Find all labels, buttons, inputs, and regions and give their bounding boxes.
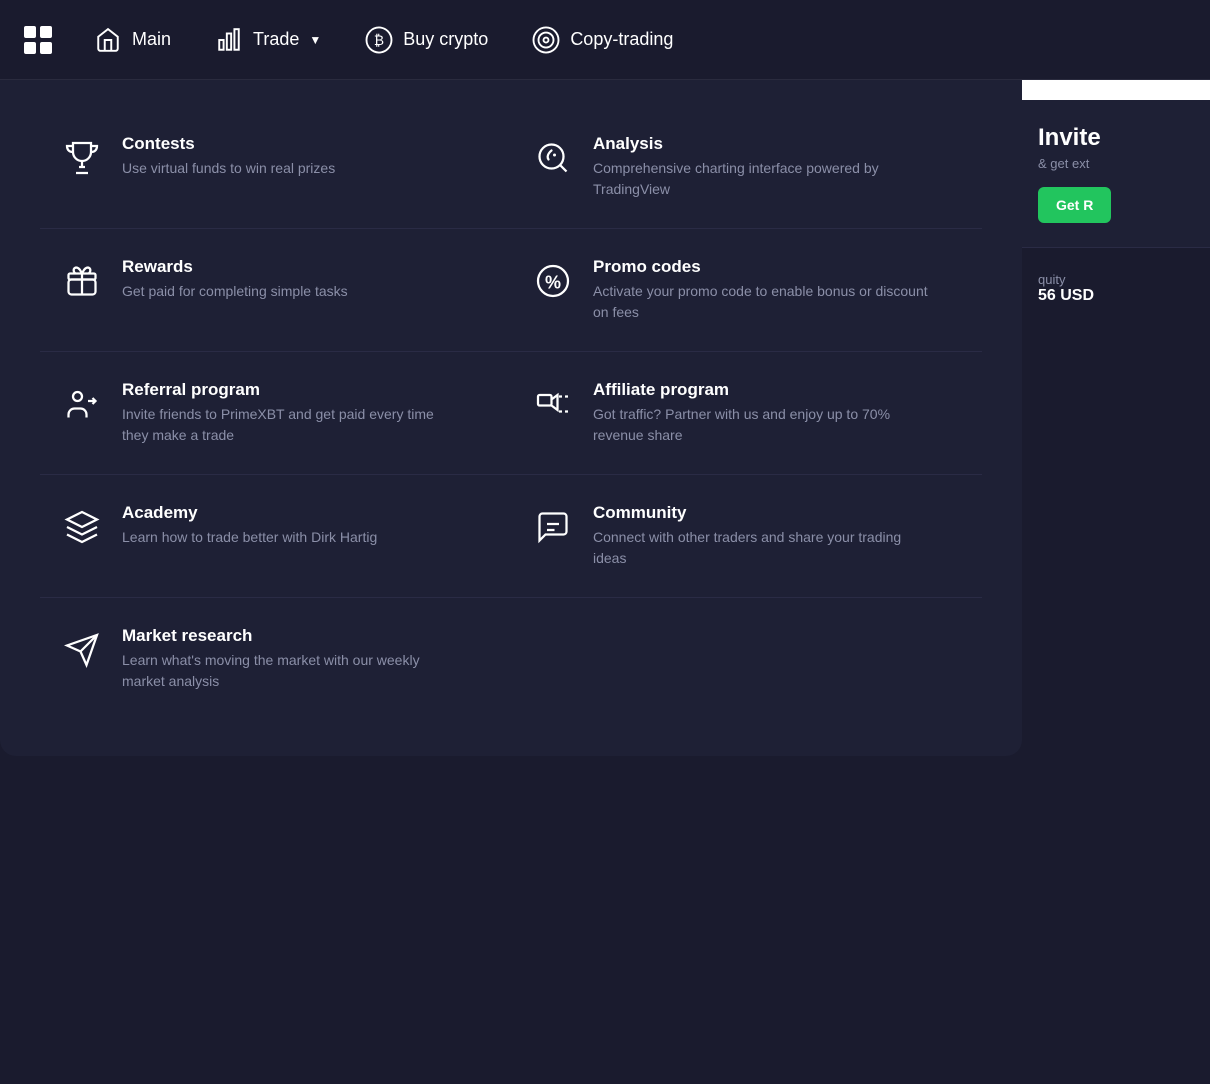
promo-desc: Activate your promo code to enable bonus…: [593, 281, 933, 323]
trade-dropdown: Contests Use virtual funds to win real p…: [0, 80, 1022, 756]
promo-text: Promo codes Activate your promo code to …: [593, 257, 933, 323]
dropdown-item-market-research[interactable]: Market research Learn what's moving the …: [40, 602, 511, 716]
nav-trade-label: Trade: [253, 29, 299, 50]
equity-label: quity: [1038, 272, 1194, 287]
academy-text: Academy Learn how to trade better with D…: [122, 503, 377, 548]
contests-text: Contests Use virtual funds to win real p…: [122, 134, 335, 179]
community-title: Community: [593, 503, 933, 523]
market-research-text: Market research Learn what's moving the …: [122, 626, 462, 692]
promo-icon: %: [531, 259, 575, 303]
analysis-text: Analysis Comprehensive charting interfac…: [593, 134, 933, 200]
dropdown-item-community[interactable]: Community Connect with other traders and…: [511, 479, 982, 593]
community-desc: Connect with other traders and share you…: [593, 527, 933, 569]
contests-desc: Use virtual funds to win real prizes: [122, 158, 335, 179]
analysis-icon: [531, 136, 575, 180]
svg-text:%: %: [545, 273, 561, 293]
invite-title: Invite: [1038, 124, 1194, 152]
chart-icon: [213, 24, 245, 56]
dropdown-item-rewards[interactable]: Rewards Get paid for completing simple t…: [40, 233, 511, 347]
dropdown-grid: Contests Use virtual funds to win real p…: [40, 110, 982, 716]
svg-text:₿: ₿: [374, 33, 384, 48]
invite-button[interactable]: Get R: [1038, 187, 1111, 223]
nav-copy-trading-label: Copy-trading: [570, 29, 673, 50]
nav-item-copy-trading[interactable]: Copy-trading: [514, 16, 689, 64]
navbar: Main Trade ▼ ₿ Buy crypto: [0, 0, 1210, 80]
copy-trading-icon: [530, 24, 562, 56]
buy-crypto-icon: ₿: [363, 24, 395, 56]
academy-desc: Learn how to trade better with Dirk Hart…: [122, 527, 377, 548]
academy-title: Academy: [122, 503, 377, 523]
right-panel: drawal limit Invite & get ext Get R quit…: [1022, 0, 1210, 1084]
equity-section: quity 56 USD: [1022, 247, 1210, 329]
invite-card: Invite & get ext Get R: [1022, 100, 1210, 247]
dropdown-item-analysis[interactable]: Analysis Comprehensive charting interfac…: [511, 110, 982, 224]
rewards-icon: [60, 259, 104, 303]
dropdown-item-affiliate[interactable]: Affiliate program Got traffic? Partner w…: [511, 356, 982, 470]
analysis-title: Analysis: [593, 134, 933, 154]
referral-text: Referral program Invite friends to Prime…: [122, 380, 462, 446]
promo-title: Promo codes: [593, 257, 933, 277]
invite-sub: & get ext: [1038, 156, 1194, 171]
dropdown-item-academy[interactable]: Academy Learn how to trade better with D…: [40, 479, 511, 593]
referral-desc: Invite friends to PrimeXBT and get paid …: [122, 404, 462, 446]
trade-chevron-icon: ▼: [309, 33, 321, 47]
affiliate-text: Affiliate program Got traffic? Partner w…: [593, 380, 933, 446]
community-icon: [531, 505, 575, 549]
dropdown-item-contests[interactable]: Contests Use virtual funds to win real p…: [40, 110, 511, 224]
referral-icon: [60, 382, 104, 426]
trophy-icon: [60, 136, 104, 180]
nav-item-trade[interactable]: Trade ▼: [197, 16, 337, 64]
market-research-desc: Learn what's moving the market with our …: [122, 650, 462, 692]
affiliate-desc: Got traffic? Partner with us and enjoy u…: [593, 404, 933, 446]
rewards-text: Rewards Get paid for completing simple t…: [122, 257, 348, 302]
market-research-icon: [60, 628, 104, 672]
contests-title: Contests: [122, 134, 335, 154]
referral-title: Referral program: [122, 380, 462, 400]
home-icon: [92, 24, 124, 56]
nav-buy-crypto-label: Buy crypto: [403, 29, 488, 50]
affiliate-icon: [531, 382, 575, 426]
nav-item-main[interactable]: Main: [76, 16, 187, 64]
analysis-desc: Comprehensive charting interface powered…: [593, 158, 933, 200]
nav-main-label: Main: [132, 29, 171, 50]
market-research-title: Market research: [122, 626, 462, 646]
rewards-desc: Get paid for completing simple tasks: [122, 281, 348, 302]
nav-item-buy-crypto[interactable]: ₿ Buy crypto: [347, 16, 504, 64]
affiliate-title: Affiliate program: [593, 380, 933, 400]
academy-icon: [60, 505, 104, 549]
dropdown-item-promo[interactable]: % Promo codes Activate your promo code t…: [511, 233, 982, 347]
community-text: Community Connect with other traders and…: [593, 503, 933, 569]
dropdown-item-referral[interactable]: Referral program Invite friends to Prime…: [40, 356, 511, 470]
equity-value: 56 USD: [1038, 287, 1194, 305]
grid-icon[interactable]: [20, 22, 56, 58]
rewards-title: Rewards: [122, 257, 348, 277]
